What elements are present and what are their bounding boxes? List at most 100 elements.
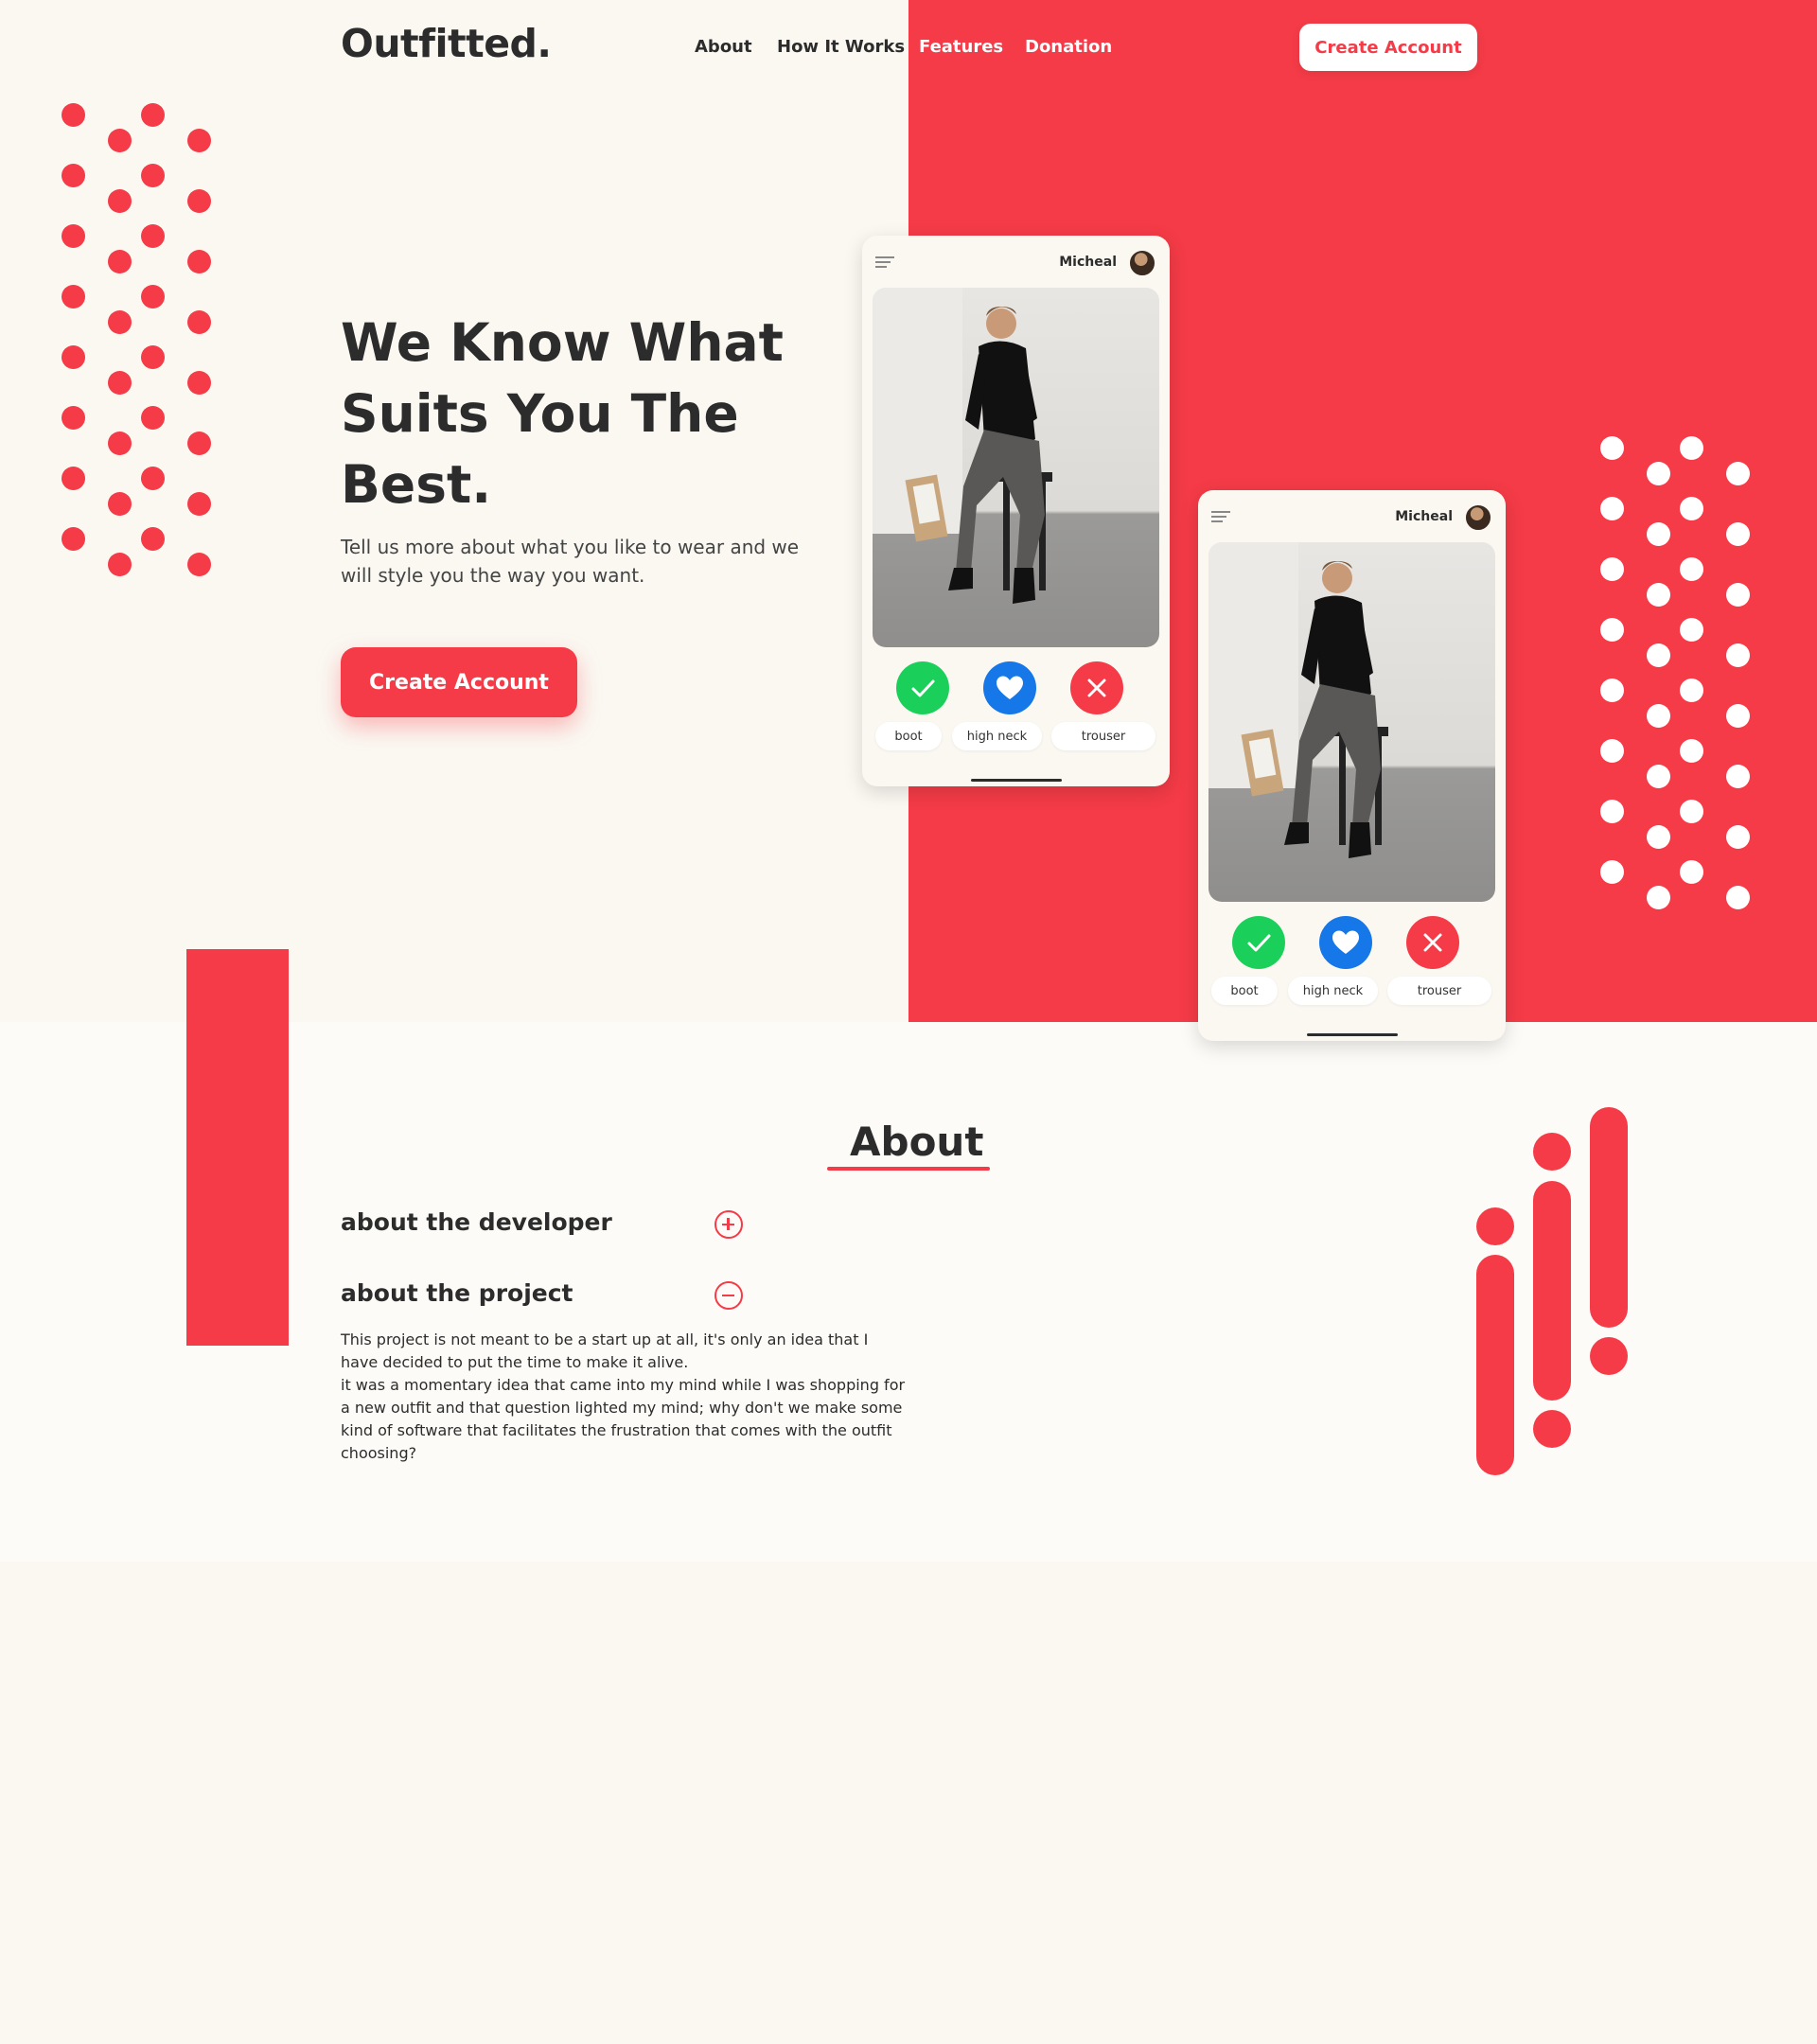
favorite-heart-icon[interactable] [1319, 916, 1372, 969]
hamburger-menu-icon[interactable] [875, 256, 894, 271]
minus-circle-icon[interactable] [714, 1281, 743, 1310]
decorative-dot [1600, 436, 1624, 460]
decorative-dot [1600, 800, 1624, 823]
decorative-dot [1726, 522, 1750, 546]
decorative-dot [1600, 678, 1624, 702]
decorative-dot [62, 345, 85, 369]
decorative-dot [1680, 739, 1703, 763]
nav-link-donation[interactable]: Donation [1025, 37, 1112, 57]
about-heading: About [850, 1119, 984, 1165]
outfit-card: Micheal boot high neck trouser [1198, 490, 1506, 1041]
header-create-account-button[interactable]: Create Account [1299, 24, 1477, 71]
decorative-dot [187, 189, 211, 213]
accordion-item-project[interactable]: about the project [341, 1279, 573, 1307]
decorative-dot [187, 553, 211, 576]
outfit-photo [1208, 542, 1495, 902]
decorative-dot [141, 164, 165, 187]
decorative-dot [108, 310, 132, 334]
decorative-dot [1647, 704, 1670, 728]
decorative-dot [1680, 436, 1703, 460]
hero-subtitle: Tell us more about what you like to wear… [341, 536, 800, 587]
accordion-project-body: This project is not meant to be a start … [341, 1330, 906, 1462]
user-avatar[interactable] [1464, 503, 1492, 532]
accordion-item-developer[interactable]: about the developer [341, 1208, 612, 1236]
decorative-dot [1647, 522, 1670, 546]
decorative-dot [1726, 886, 1750, 909]
decorative-red-bar [186, 949, 289, 1346]
decorative-dot [62, 164, 85, 187]
decorative-dot [1680, 678, 1703, 702]
decorative-dot [141, 527, 165, 551]
decorative-dot [108, 553, 132, 576]
decorative-dot [108, 250, 132, 273]
nav-link-features[interactable]: Features [919, 37, 1003, 57]
outfit-tag[interactable]: trouser [1051, 722, 1155, 750]
like-check-icon[interactable] [1232, 916, 1285, 969]
decorative-dot [1680, 497, 1703, 520]
decorative-dot [1680, 557, 1703, 581]
home-indicator [1307, 1033, 1398, 1036]
about-heading-underline [827, 1167, 990, 1171]
decorative-dot [141, 345, 165, 369]
nav-link-how-it-works[interactable]: How It Works [777, 37, 905, 57]
decorative-dot [108, 492, 132, 516]
decorative-dot [187, 310, 211, 334]
user-avatar[interactable] [1128, 249, 1156, 277]
decorative-dot [187, 129, 211, 152]
nav-link-about[interactable]: About [695, 37, 752, 57]
decorative-dot [187, 371, 211, 395]
outfit-tag[interactable]: trouser [1387, 977, 1491, 1005]
decorative-dot [1647, 825, 1670, 849]
decorative-dot [1680, 860, 1703, 884]
decorative-dot [1726, 583, 1750, 607]
decorative-dot [1600, 739, 1624, 763]
decorative-dot [62, 103, 85, 127]
outfit-photo [873, 288, 1159, 647]
card-user-name: Micheal [1395, 509, 1453, 524]
decorative-dot [141, 406, 165, 430]
outfit-tag[interactable]: boot [1211, 977, 1278, 1005]
decorative-dot [141, 285, 165, 308]
plus-circle-icon[interactable] [714, 1210, 743, 1239]
outfit-tag[interactable]: high neck [1288, 977, 1378, 1005]
decorative-dot [187, 492, 211, 516]
decorative-dot [1680, 800, 1703, 823]
like-check-icon[interactable] [896, 661, 949, 714]
decorative-dot [62, 406, 85, 430]
outfit-tag[interactable]: high neck [952, 722, 1042, 750]
decorative-dot [108, 189, 132, 213]
decorative-dot [1726, 765, 1750, 788]
decorative-dot [62, 285, 85, 308]
decorative-dot [108, 129, 132, 152]
decorative-dot [141, 103, 165, 127]
decorative-dot [1600, 497, 1624, 520]
decorative-dot [1647, 462, 1670, 485]
decorative-dot [62, 527, 85, 551]
decorative-dot [187, 250, 211, 273]
card-user-name: Micheal [1059, 255, 1117, 270]
decorative-dot [141, 224, 165, 248]
decorative-dot [1680, 618, 1703, 642]
brand-logo[interactable]: Outfitted. [341, 21, 552, 66]
decorative-dot [1726, 704, 1750, 728]
decorative-dot [62, 224, 85, 248]
decorative-dot [1647, 765, 1670, 788]
decorative-dot [1647, 643, 1670, 667]
outfit-tag[interactable]: boot [875, 722, 942, 750]
hero-create-account-button[interactable]: Create Account [341, 647, 577, 717]
decorative-dot [187, 432, 211, 455]
favorite-heart-icon[interactable] [983, 661, 1036, 714]
decorative-dot [141, 467, 165, 490]
hamburger-menu-icon[interactable] [1211, 511, 1230, 525]
decorative-dot [1600, 557, 1624, 581]
dislike-close-icon[interactable] [1070, 661, 1123, 714]
dislike-close-icon[interactable] [1406, 916, 1459, 969]
decorative-dot [1726, 643, 1750, 667]
home-indicator [971, 779, 1062, 782]
decorative-dot [1726, 462, 1750, 485]
decorative-dot [1600, 618, 1624, 642]
decorative-dot [62, 467, 85, 490]
decorative-dot [1726, 825, 1750, 849]
decorative-dot [108, 432, 132, 455]
decorative-dot [1647, 886, 1670, 909]
